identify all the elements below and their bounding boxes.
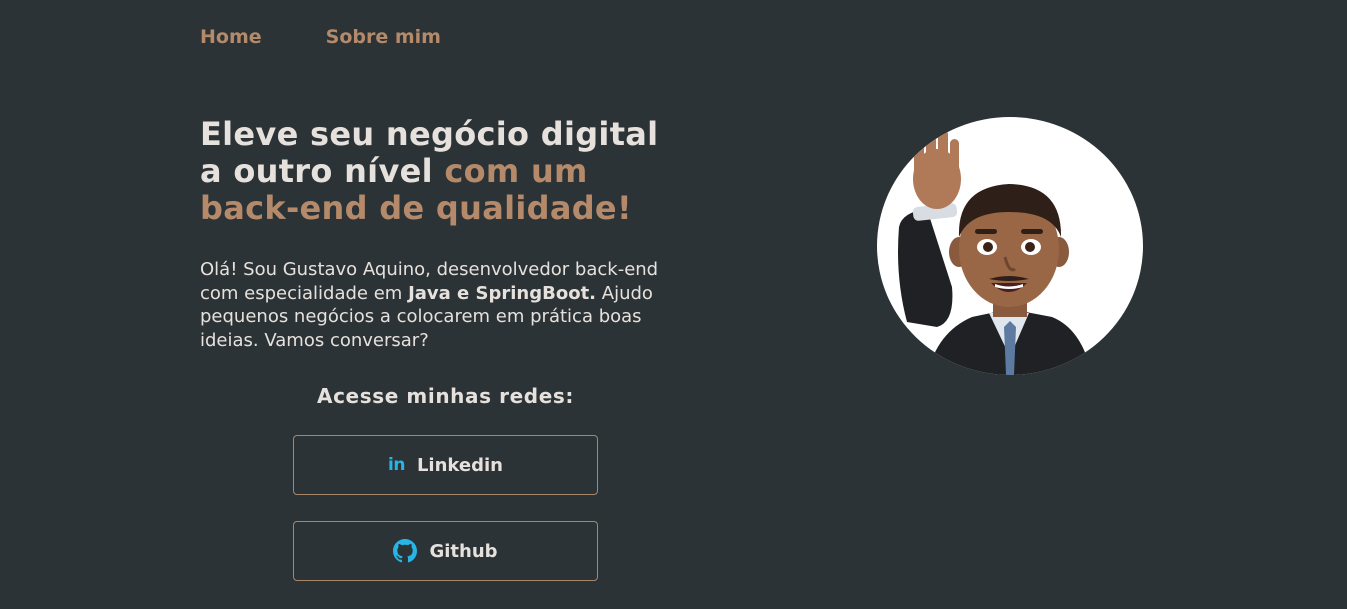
headline-accent-2: back-end de qualidade! xyxy=(200,189,632,227)
top-nav: Home Sobre mim xyxy=(200,26,441,48)
headline-line-2: a outro nível xyxy=(200,152,445,190)
intro-skills: Java e SpringBoot. xyxy=(408,282,597,304)
headline-line-1: Eleve seu negócio digital xyxy=(200,115,659,153)
github-icon xyxy=(393,539,418,563)
hero-headline: Eleve seu negócio digital a outro nível … xyxy=(200,116,720,227)
linkedin-label: Linkedin xyxy=(416,454,503,476)
github-button[interactable]: Github xyxy=(293,521,598,581)
nav-about-link[interactable]: Sobre mim xyxy=(326,26,441,48)
social-title: Acesse minhas redes: xyxy=(317,384,574,408)
linkedin-icon: in xyxy=(388,455,405,475)
nav-home-link[interactable]: Home xyxy=(200,26,262,48)
linkedin-button[interactable]: in Linkedin xyxy=(293,435,598,495)
github-label: Github xyxy=(429,540,498,562)
memoji-avatar xyxy=(877,117,1143,375)
intro-paragraph: Olá! Sou Gustavo Aquino, desenvolvedor b… xyxy=(200,258,700,352)
headline-accent-1: com um xyxy=(444,152,588,190)
